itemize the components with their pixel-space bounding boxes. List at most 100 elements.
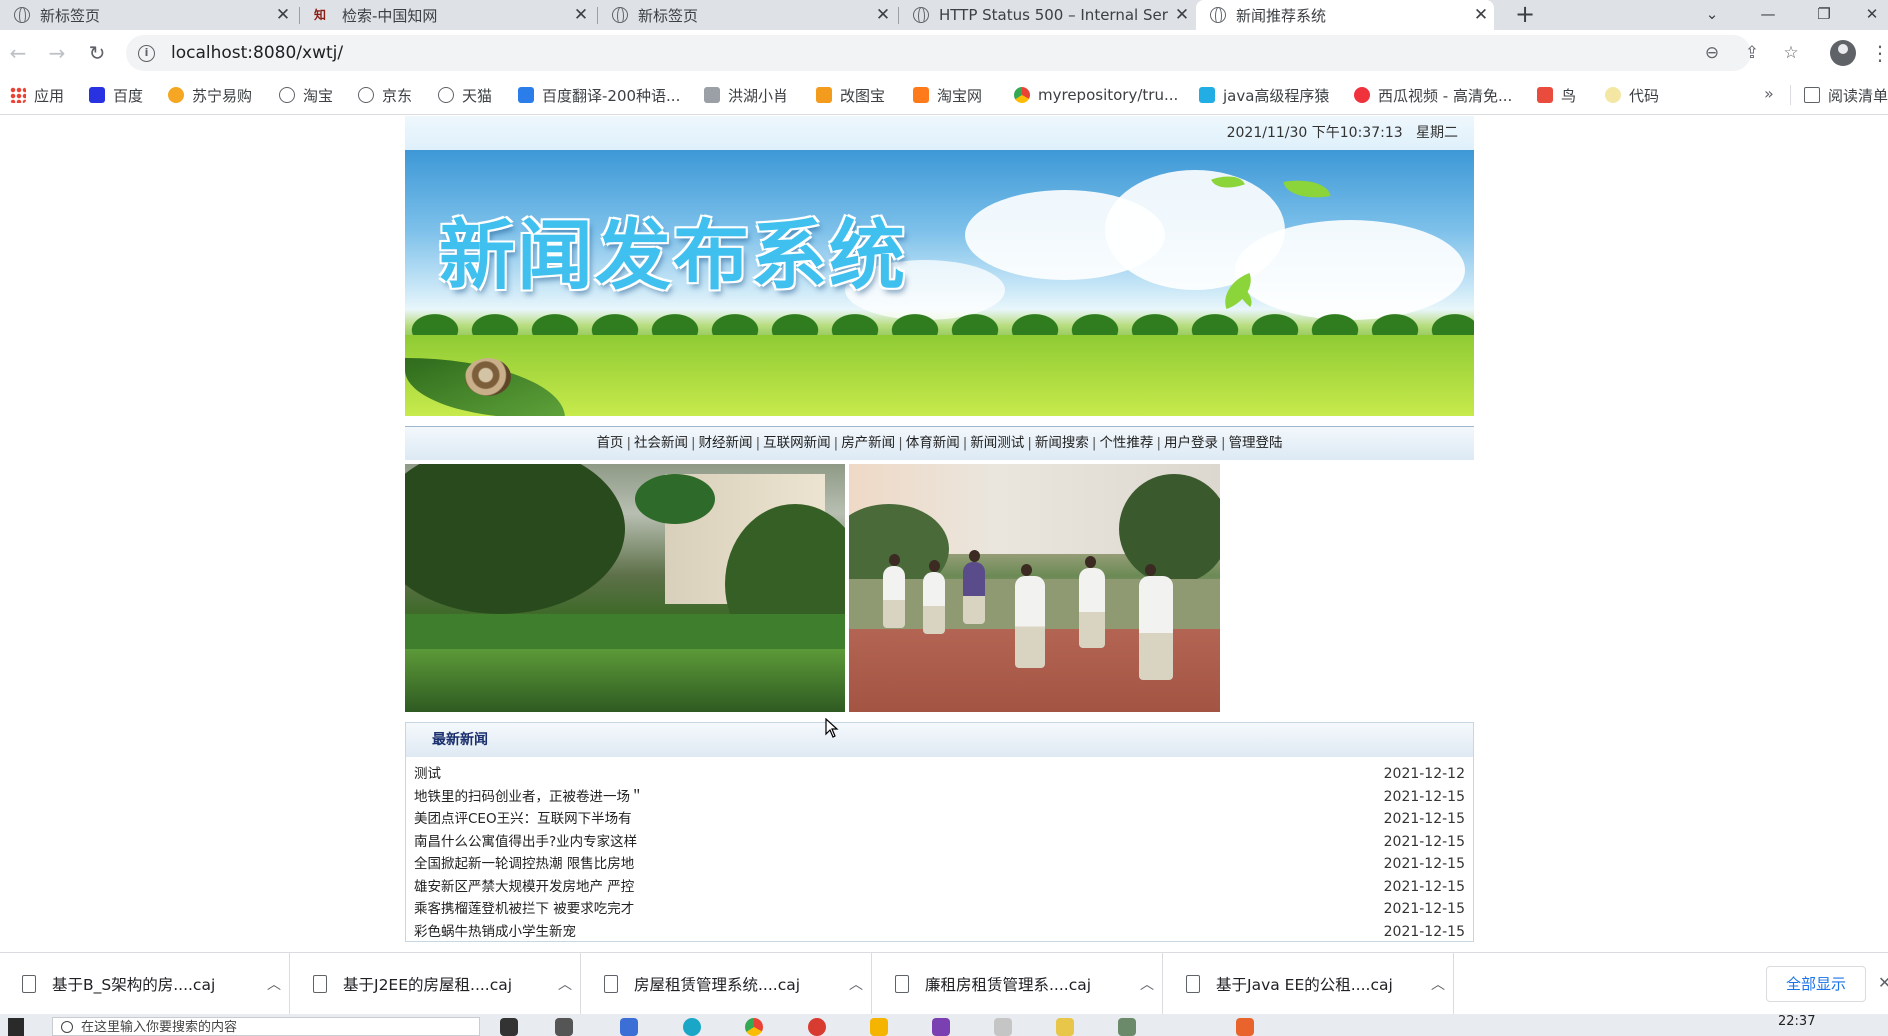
close-icon[interactable]: ✕ [568,5,594,25]
close-icon[interactable]: ✕ [270,5,296,25]
grass-field [405,335,1474,416]
bookmark-baidu-translate[interactable]: 百度翻译-200种语... [518,85,680,105]
tab-newtab-2[interactable]: 新标签页 ✕ [598,0,896,30]
bookmark-taobao-net[interactable]: 淘宝网 [913,85,982,105]
download-item[interactable]: 房屋租赁管理系统....caj ︿ [582,953,872,1015]
news-date: 2021-12-15 [1383,878,1465,895]
close-icon[interactable]: ✕ [870,5,896,25]
bookmark-jd[interactable]: 京东 [358,85,412,105]
tab-news-recommend[interactable]: 新闻推荐系统 ✕ [1196,0,1494,30]
news-title-link[interactable]: 乘客携榴莲登机被拦下 被要求吃完才 [414,898,634,921]
app-icon[interactable] [1056,1018,1074,1036]
news-title-link[interactable]: 美团点评CEO王兴：互联网下半场有 [414,808,632,831]
bookmark-bird[interactable]: 鸟 [1537,85,1576,105]
app-icon[interactable] [932,1018,950,1036]
back-arrow-icon[interactable]: ← [5,40,31,66]
nav-sports-news[interactable]: 体育新闻 [906,435,960,451]
bookmark-code[interactable]: 代码 [1605,85,1659,105]
nav-society-news[interactable]: 社会新闻 [634,435,688,451]
runner-shape [1015,564,1045,668]
app-icon[interactable] [1236,1018,1254,1036]
nav-internet-news[interactable]: 互联网新闻 [763,435,831,451]
nav-realestate-news[interactable]: 房产新闻 [841,435,895,451]
close-icon[interactable]: ✕ [1169,5,1195,25]
download-item[interactable]: 基于B_S架构的房....caj ︿ [0,953,290,1015]
tab-newtab-1[interactable]: 新标签页 ✕ [0,0,296,30]
share-icon[interactable]: ⇪ [1740,41,1764,65]
app-icon[interactable] [994,1018,1012,1036]
chevron-up-icon[interactable]: ︿ [550,974,580,994]
chrome-icon[interactable] [745,1018,763,1036]
bookmark-suning[interactable]: 苏宁易购 [168,85,252,105]
nav-user-login[interactable]: 用户登录 [1164,435,1218,451]
bookmark-baidu[interactable]: 百度 [89,85,143,105]
nav-home[interactable]: 首页 [596,435,623,451]
news-title-link[interactable]: 彩色蜗牛热销成小学生新宠 [414,921,576,944]
news-title-link[interactable]: 测试 [414,763,441,786]
bookmark-apps[interactable]: 应用 [10,85,64,105]
school-campus-photo[interactable] [405,464,845,712]
window-close-icon[interactable]: ✕ [1856,0,1888,30]
tab-search-chevron-icon[interactable]: ⌄ [1692,0,1732,30]
app-icon[interactable] [555,1018,573,1036]
app-icon[interactable] [620,1018,638,1036]
bookmark-honghu[interactable]: 洪湖小肖 [704,85,788,105]
bookmarks-overflow-icon[interactable]: » [1764,84,1774,103]
nav-finance-news[interactable]: 财经新闻 [699,435,753,451]
folder-icon[interactable] [870,1018,888,1036]
show-all-downloads-button[interactable]: 全部显示 [1766,966,1866,1002]
restore-icon[interactable]: ❐ [1804,0,1844,30]
app-icon[interactable] [808,1018,826,1036]
news-title-link[interactable]: 南昌什么公寓值得出手?业内专家这样 [414,831,637,854]
bookmark-java[interactable]: java高级程序猿 [1199,85,1329,105]
runner-shape [963,550,985,624]
news-title-link[interactable]: 雄安新区严禁大规模开发房地产 严控 [414,876,634,899]
chevron-up-icon[interactable]: ︿ [1132,974,1162,994]
bookmark-star-icon[interactable]: ☆ [1779,41,1803,65]
profile-avatar-icon[interactable] [1830,40,1856,66]
browser-menu-icon[interactable]: ⋮ [1870,40,1888,66]
bookmark-xigua[interactable]: 西瓜视频 - 高清免... [1354,85,1512,105]
tab-http-500[interactable]: HTTP Status 500 – Internal Ser ✕ [899,0,1195,30]
chevron-up-icon[interactable]: ︿ [841,974,871,994]
chevron-up-icon[interactable]: ︿ [259,974,289,994]
download-item[interactable]: 廉租房租赁管理系....caj ︿ [873,953,1163,1015]
download-item[interactable]: 基于Java EE的公租....caj ︿ [1164,953,1454,1015]
minimize-icon[interactable]: — [1748,0,1788,30]
task-view-icon[interactable] [500,1018,518,1036]
chevron-up-icon[interactable]: ︿ [1423,974,1453,994]
bookmark-taobao[interactable]: 淘宝 [279,85,333,105]
site-info-icon[interactable]: i [138,44,155,62]
nav-news-test[interactable]: 新闻测试 [970,435,1024,451]
bookmark-gaitubao[interactable]: 改图宝 [816,85,885,105]
reload-icon[interactable]: ↻ [84,40,110,66]
bookmark-tmall[interactable]: 天猫 [438,85,492,105]
bookmark-label: 改图宝 [840,86,886,105]
globe-icon [358,87,374,103]
forward-arrow-icon[interactable]: → [44,40,70,66]
taskbar-search-input[interactable]: 在这里输入你要搜索的内容 [52,1017,480,1036]
address-bar[interactable]: i localhost:8080/xwtj/ ⊖ ⇪ ☆ [126,35,1799,71]
new-tab-plus-icon[interactable]: + [1510,0,1540,30]
nav-admin-login[interactable]: 管理登陆 [1229,435,1283,451]
browser-toolbar: ← → ↻ i localhost:8080/xwtj/ ⊖ ⇪ ☆ ⋮ [0,30,1888,75]
close-icon[interactable]: ✕ [1878,973,1888,992]
news-title-link[interactable]: 全国掀起新一轮调控热潮 限售比房地 [414,853,634,876]
zoom-icon[interactable]: ⊖ [1700,41,1724,65]
app-icon[interactable] [1118,1018,1136,1036]
nav-personal-recommend[interactable]: 个性推荐 [1099,435,1153,451]
download-item[interactable]: 基于J2EE的房屋租....caj ︿ [291,953,581,1015]
tab-cnki[interactable]: 知 检索-中国知网 ✕ [300,0,594,30]
news-date: 2021-12-15 [1383,901,1465,917]
close-icon[interactable]: ✕ [1468,5,1494,25]
reading-list[interactable]: 阅读清单 [1804,85,1888,105]
app-icon[interactable] [683,1018,701,1036]
address-url[interactable]: localhost:8080/xwtj/ [171,43,343,63]
news-title-link[interactable]: 地铁里的扫码创业者，正被卷进一场＂ [414,786,644,809]
nav-news-search[interactable]: 新闻搜索 [1035,435,1089,451]
bookmark-myrepository[interactable]: myrepository/tru... [1014,85,1178,105]
school-sports-photo[interactable] [849,464,1220,712]
windows-start-icon[interactable] [8,1018,24,1036]
banner-title: 新闻发布系统 [439,211,907,300]
download-shelf: 基于B_S架构的房....caj ︿ 基于J2EE的房屋租....caj ︿ 房… [0,952,1888,1015]
